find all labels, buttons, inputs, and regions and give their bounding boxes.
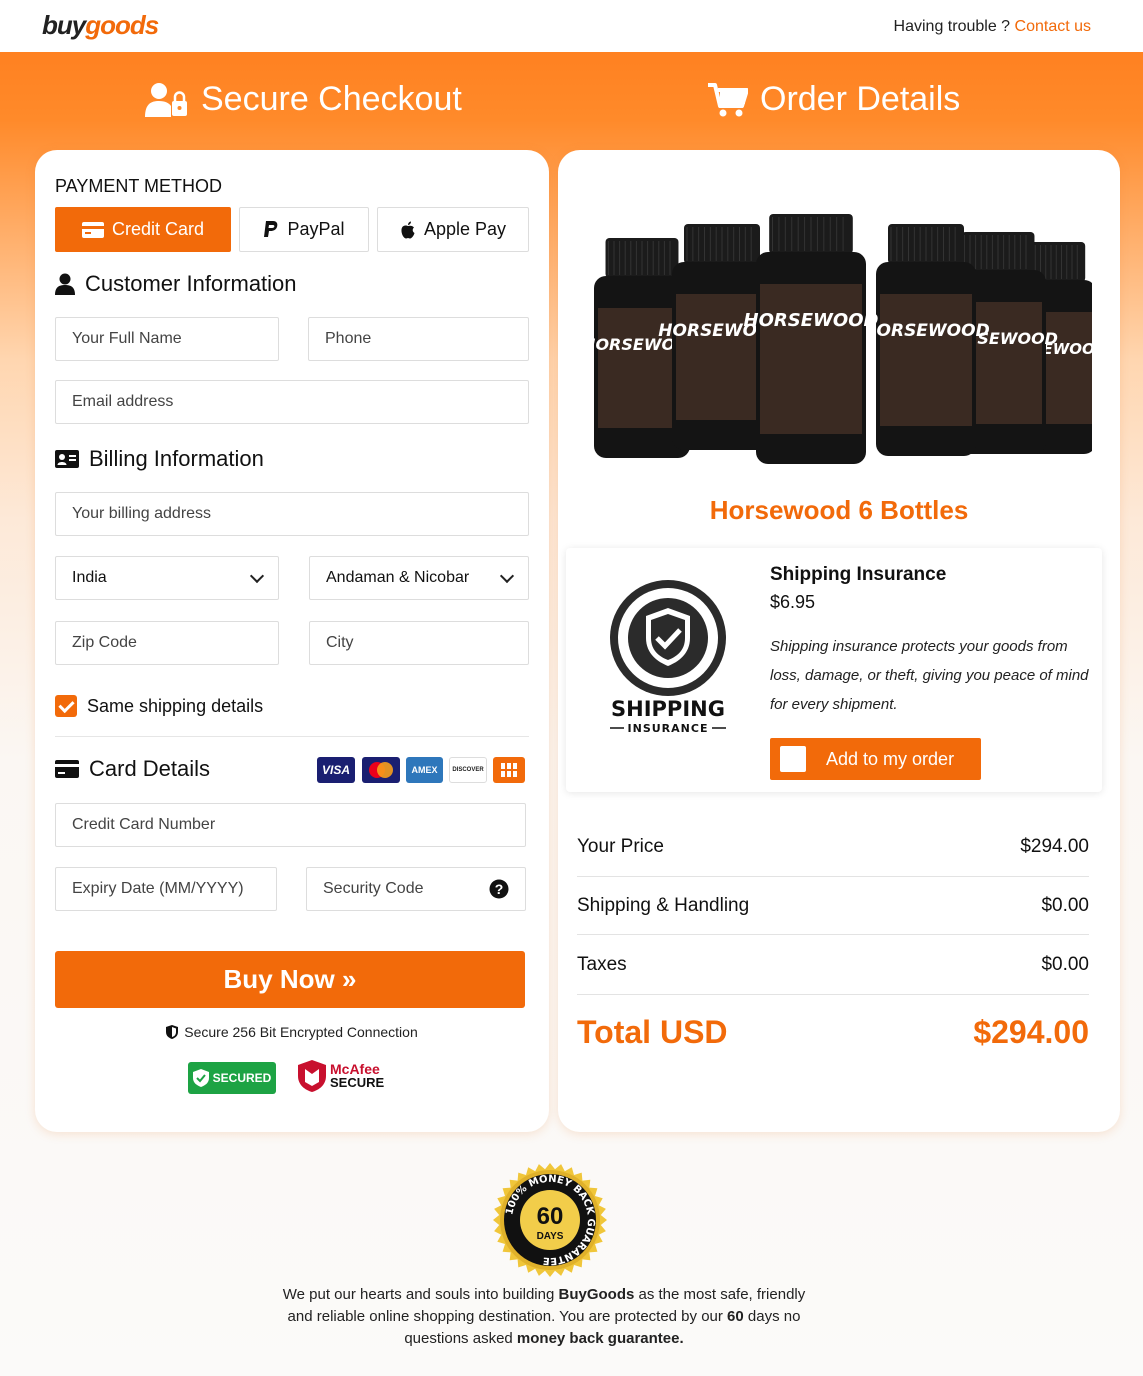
svg-text:INSURANCE: INSURANCE: [628, 722, 709, 735]
amex-icon: AMEX: [406, 757, 443, 783]
same-shipping-label: Same shipping details: [87, 696, 264, 716]
svg-text:60: 60: [537, 1203, 564, 1230]
money-back-guarantee-seal: 100% MONEY BACK GUARANTEE 60 DAYS: [493, 1163, 607, 1277]
id-card-icon: [55, 450, 79, 468]
card-details-heading: Card Details: [55, 756, 210, 782]
taxes-row: Taxes $0.00: [577, 954, 1089, 975]
product-name: Horsewood 6 Bottles: [709, 495, 969, 525]
apple-pay-option[interactable]: Apple Pay: [377, 207, 529, 252]
divider: [55, 736, 529, 737]
help-text: Having trouble ? Contact us: [893, 18, 1091, 35]
apple-icon: [401, 221, 415, 238]
svg-text:SHIPPING: SHIPPING: [611, 697, 725, 721]
state-select[interactable]: Andaman & Nicobar: [309, 556, 529, 600]
city-input[interactable]: City: [309, 621, 529, 665]
shipping-insurance-box: SHIPPING INSURANCE Shipping Insurance $6…: [566, 548, 1102, 792]
svg-text:?: ?: [495, 881, 504, 897]
security-code-input[interactable]: Security Code ?: [306, 867, 526, 911]
same-shipping-checkbox[interactable]: [55, 695, 77, 717]
svg-text:HORSEWOOD: HORSEWOOD: [744, 310, 879, 331]
insurance-title: Shipping Insurance: [770, 564, 947, 585]
secure-checkout-title: Secure Checkout: [201, 80, 462, 118]
checkout-form-card: PAYMENT METHOD Credit Card PayPal Apple …: [35, 150, 549, 1132]
paypal-option[interactable]: PayPal: [239, 207, 369, 252]
customer-information-heading: Customer Information: [55, 271, 297, 297]
buygoods-logo[interactable]: buygoods: [42, 10, 159, 41]
divider: [577, 934, 1089, 935]
total-row: Total USD $294.00: [577, 1014, 1089, 1050]
secure-connection-note: Secure 256 Bit Encrypted Connection: [35, 1024, 549, 1040]
mcafee-secure-badge: McAfee SECURE: [298, 1060, 384, 1092]
card-number-input[interactable]: Credit Card Number: [55, 803, 526, 847]
phone-input[interactable]: Phone: [308, 317, 529, 361]
question-circle-icon[interactable]: ?: [489, 879, 509, 899]
country-select[interactable]: India: [55, 556, 279, 600]
zip-code-input[interactable]: Zip Code: [55, 621, 279, 665]
payment-method-label: PAYMENT METHOD: [55, 176, 223, 196]
full-name-input[interactable]: Your Full Name: [55, 317, 279, 361]
other-card-icon: [493, 757, 525, 783]
order-details-card: HORSEWOOD HORSEWOOD HORSEWOOD HORSEWOOD HORS…: [558, 150, 1120, 1132]
shield-icon: [166, 1025, 179, 1039]
chevron-down-icon: [499, 568, 515, 583]
user-icon: [55, 273, 75, 295]
email-input[interactable]: Email address: [55, 380, 529, 424]
paypal-icon: [264, 220, 278, 237]
expiry-date-input[interactable]: Expiry Date (MM/YYYY): [55, 867, 277, 911]
guarantee-text: We put our hearts and souls into buildin…: [282, 1286, 806, 1347]
cart-icon: [708, 82, 748, 116]
mastercard-icon: [362, 757, 400, 783]
product-image: HORSEWOODHORSEWOOD HORSEWOODHORSEWOODHORS…: [586, 214, 1092, 464]
svg-text:HORSEWOOD: HORSEWOOD: [862, 321, 989, 341]
credit-card-option[interactable]: Credit Card: [55, 207, 231, 252]
price-row: Your Price $294.00: [577, 836, 1089, 857]
order-details-title: Order Details: [760, 80, 961, 118]
chevron-down-icon: [249, 568, 265, 583]
secure-checkout-header: Secure Checkout: [145, 80, 462, 119]
shipping-row: Shipping & Handling $0.00: [577, 895, 1089, 916]
secured-badge: SECURED: [188, 1062, 276, 1094]
add-to-order-checkbox[interactable]: [780, 746, 806, 772]
visa-icon: VISA: [317, 757, 355, 783]
insurance-description: Shipping insurance protects your goods f…: [770, 638, 1089, 713]
discover-icon: DISCOVER: [449, 757, 487, 783]
mcafee-shield-icon: [298, 1060, 326, 1092]
add-to-order-button[interactable]: Add to my order: [770, 738, 981, 780]
shipping-insurance-logo: SHIPPING INSURANCE: [610, 580, 726, 735]
credit-card-icon: [55, 760, 79, 778]
shield-check-icon: [192, 1069, 209, 1087]
top-bar: buygoods Having trouble ? Contact us: [0, 0, 1143, 52]
order-details-header: Order Details: [708, 80, 960, 119]
divider: [577, 876, 1089, 877]
buy-now-button[interactable]: Buy Now »: [55, 951, 525, 1008]
user-lock-icon: [145, 82, 187, 117]
svg-text:DAYS: DAYS: [537, 1231, 564, 1242]
credit-card-icon: [81, 221, 104, 238]
bottle: HORSEWOOD: [744, 214, 879, 464]
contact-us-link[interactable]: Contact us: [1015, 18, 1091, 35]
insurance-price: $6.95: [770, 592, 816, 612]
billing-information-heading: Billing Information: [55, 446, 264, 472]
divider: [577, 994, 1089, 995]
billing-address-input[interactable]: Your billing address: [55, 492, 529, 536]
